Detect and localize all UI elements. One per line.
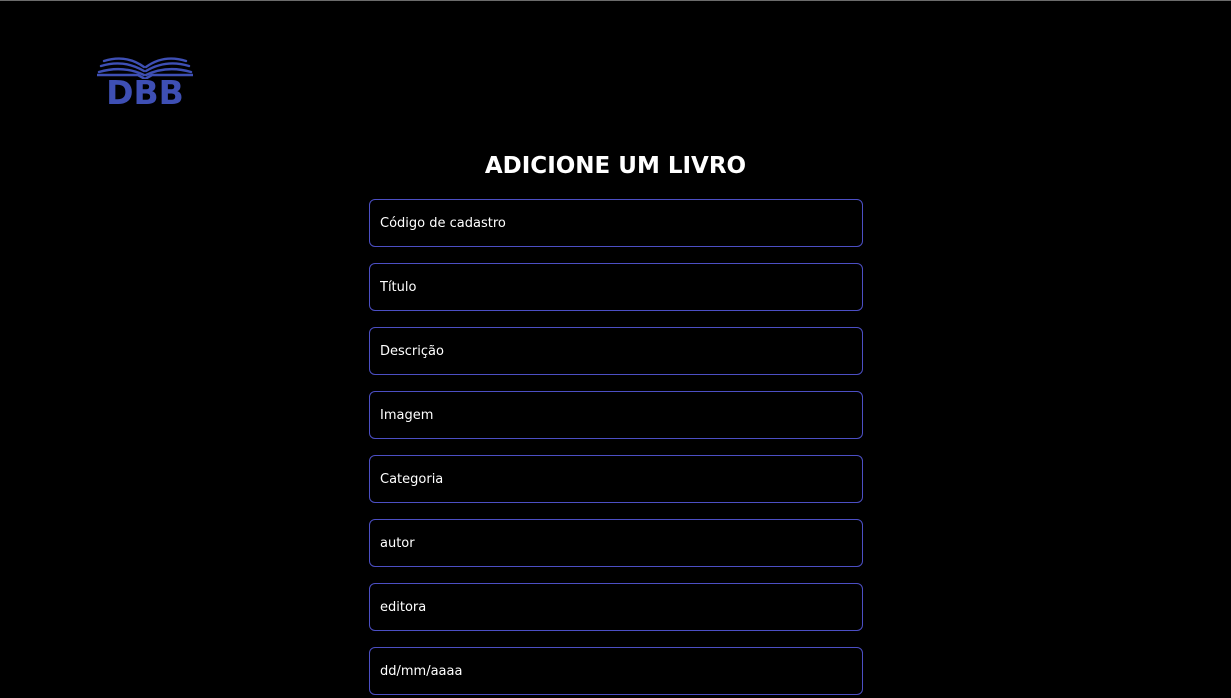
autor-input[interactable]	[369, 519, 863, 567]
editora-input[interactable]	[369, 583, 863, 631]
page-title: ADICIONE UM LIVRO	[484, 153, 747, 179]
top-border-line	[0, 0, 1231, 1]
logo-text: DBB	[106, 73, 184, 112]
categoria-input[interactable]	[369, 455, 863, 503]
imagem-input[interactable]	[369, 391, 863, 439]
codigo-cadastro-input[interactable]	[369, 199, 863, 247]
logo[interactable]: DBB	[96, 51, 194, 111]
data-input[interactable]	[369, 647, 863, 695]
titulo-input[interactable]	[369, 263, 863, 311]
descricao-input[interactable]	[369, 327, 863, 375]
add-book-form	[369, 199, 863, 698]
